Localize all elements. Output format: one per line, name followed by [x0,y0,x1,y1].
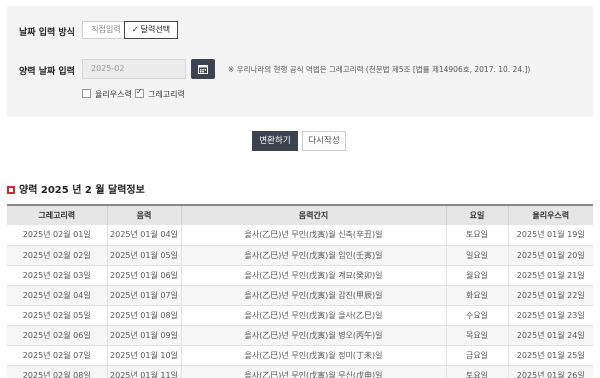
cell-weekday: 일요일 [446,245,509,266]
gregorian-checkbox[interactable] [135,87,144,98]
cell-lunar: 2025년 01월 06일 [107,265,182,286]
cell-lunar: 2025년 01월 08일 [107,305,182,326]
cell-weekday: 월요일 [446,265,509,286]
cell-weekday: 금요일 [446,345,509,366]
header-lunar: 음력 [107,204,182,225]
cell-ganji: 을사(乙巳)년 무인(戊寅)월 신축(辛丑)일 [181,225,447,246]
convert-button[interactable]: 변환하기 [252,131,298,151]
cell-julian: 2025년 01월 25일 [508,345,593,366]
table-row: 2025년 02월 04일 2025년 01월 07일 을사(乙巳)년 무인(戊… [7,285,593,306]
julian-label: 율리우스력 [95,90,132,99]
cell-julian: 2025년 01월 26일 [508,365,593,378]
calendar-icon [198,65,208,74]
cell-weekday: 토요일 [446,225,509,246]
cell-lunar: 2025년 01월 07일 [107,285,182,306]
cell-lunar: 2025년 01월 09일 [107,325,182,346]
table-header-row: 그레고리력 음력 음력간지 요일 율리우스력 [7,204,593,225]
cell-gregorian: 2025년 02월 02일 [7,245,108,266]
cell-ganji: 을사(乙巳)년 무인(戊寅)월 임인(壬寅)일 [181,245,447,266]
cell-julian: 2025년 01월 23일 [508,305,593,326]
square-bullet-icon [7,186,15,194]
header-gregorian: 그레고리력 [7,204,108,225]
table-row: 2025년 02월 08일 2025년 01월 11일 을사(乙巳)년 무인(戊… [7,365,593,378]
cell-weekday: 수요일 [446,305,509,326]
cell-weekday: 토요일 [446,365,509,378]
cell-lunar: 2025년 01월 05일 [107,245,182,266]
check-icon: ✓ [131,25,139,34]
cell-julian: 2025년 01월 24일 [508,325,593,346]
cell-ganji: 을사(乙巳)년 무인(戊寅)월 정미(丁未)일 [181,345,447,366]
cell-gregorian: 2025년 02월 06일 [7,325,108,346]
cell-ganji: 을사(乙巳)년 무인(戊寅)월 계묘(癸卯)일 [181,265,447,286]
cell-weekday: 화요일 [446,285,509,306]
date-input[interactable]: 2025-02 [82,59,186,79]
cell-gregorian: 2025년 02월 01일 [7,225,108,246]
table-row: 2025년 02월 06일 2025년 01월 09일 을사(乙巳)년 무인(戊… [7,325,593,346]
cell-weekday: 목요일 [446,325,509,346]
cell-lunar: 2025년 01월 04일 [107,225,182,246]
calendar-note: ※ 우리나라의 현행 공식 역법은 그레고리력 (천문법 제5조 [법률 제14… [228,65,531,74]
cell-ganji: 을사(乙巳)년 무인(戊寅)월 병오(丙午)일 [181,325,447,346]
reset-button[interactable]: 다시작성 [302,131,346,151]
section-title: 양력 2025 년 2 월 달력정보 [7,181,145,196]
cell-ganji: 을사(乙巳)년 무인(戊寅)월 갑진(甲辰)일 [181,285,447,306]
table-row: 2025년 02월 02일 2025년 01월 05일 을사(乙巳)년 무인(戊… [7,245,593,266]
table-row: 2025년 02월 05일 2025년 01월 08일 을사(乙巳)년 무인(戊… [7,305,593,326]
header-julian: 율리우스력 [508,204,593,225]
table-row: 2025년 02월 07일 2025년 01월 10일 을사(乙巳)년 무인(戊… [7,345,593,366]
solar-date-label: 양력 날짜 입력 [19,67,75,77]
table-row: 2025년 02월 03일 2025년 01월 06일 을사(乙巳)년 무인(戊… [7,265,593,286]
julian-checkbox[interactable] [82,89,91,98]
cell-gregorian: 2025년 02월 05일 [7,305,108,326]
input-panel: 날짜 입력 방식 직접입력 ✓ 달력선택 양력 날짜 입력 2025-02 ※ 우… [7,6,593,117]
cell-gregorian: 2025년 02월 04일 [7,285,108,306]
table-row: 2025년 02월 01일 2025년 01월 04일 을사(乙巳)년 무인(戊… [7,225,593,246]
calendar-select-option[interactable]: ✓ 달력선택 [124,21,178,39]
cell-gregorian: 2025년 02월 03일 [7,265,108,286]
cell-lunar: 2025년 01월 11일 [107,365,182,378]
cell-julian: 2025년 01월 20일 [508,245,593,266]
header-ganji: 음력간지 [181,204,447,225]
cell-julian: 2025년 01월 21일 [508,265,593,286]
cell-gregorian: 2025년 02월 08일 [7,365,108,378]
cell-gregorian: 2025년 02월 07일 [7,345,108,366]
cell-ganji: 을사(乙巳)년 무인(戊寅)월 무신(戊申)일 [181,365,447,378]
direct-input-option[interactable]: 직접입력 [82,21,130,39]
cell-julian: 2025년 01월 22일 [508,285,593,306]
calendar-button[interactable] [191,59,215,79]
gregorian-label: 그레고리력 [148,90,185,99]
header-weekday: 요일 [446,204,509,225]
cell-ganji: 을사(乙巳)년 무인(戊寅)월 을사(乙巳)일 [181,305,447,326]
cell-lunar: 2025년 01월 10일 [107,345,182,366]
cell-julian: 2025년 01월 19일 [508,225,593,246]
input-method-label: 날짜 입력 방식 [19,28,75,38]
calendar-table: 그레고리력 음력 음력간지 요일 율리우스력 2025년 02월 01일 202… [7,204,593,378]
